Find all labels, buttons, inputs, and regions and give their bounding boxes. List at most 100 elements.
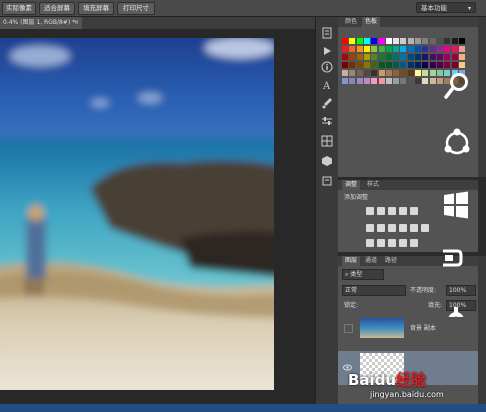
swatch[interactable] bbox=[458, 62, 465, 68]
threshold-icon[interactable] bbox=[388, 239, 396, 247]
levels-icon[interactable] bbox=[377, 207, 385, 215]
opacity-field[interactable]: 100% bbox=[446, 285, 476, 296]
swatch[interactable] bbox=[444, 62, 451, 68]
swatch[interactable] bbox=[342, 62, 348, 68]
3d-cube-icon[interactable] bbox=[321, 155, 333, 167]
swatch[interactable] bbox=[407, 78, 414, 84]
swatches-scrollbar[interactable] bbox=[478, 17, 486, 177]
document-tab[interactable]: 0.4% (图层 1, RGB/8#) * × bbox=[0, 17, 82, 29]
swatch[interactable] bbox=[378, 46, 385, 52]
swatch[interactable] bbox=[400, 70, 407, 76]
document-image[interactable] bbox=[0, 38, 274, 390]
layers-scrollbar[interactable] bbox=[478, 256, 486, 412]
swatch[interactable] bbox=[356, 78, 363, 84]
swatch[interactable] bbox=[415, 46, 421, 52]
swatch[interactable] bbox=[371, 38, 378, 44]
swatch[interactable] bbox=[429, 38, 436, 44]
swatch[interactable] bbox=[415, 62, 421, 68]
swatch[interactable] bbox=[407, 46, 414, 52]
swatch[interactable] bbox=[349, 62, 356, 68]
swatch[interactable] bbox=[371, 78, 378, 84]
actual-pixels-button[interactable]: 实际像素 bbox=[2, 2, 36, 15]
swatch[interactable] bbox=[444, 54, 451, 60]
tab-channels[interactable]: 通道 bbox=[362, 256, 380, 266]
swatch[interactable] bbox=[429, 70, 436, 76]
swatch[interactable] bbox=[378, 62, 385, 68]
paragraph-icon[interactable] bbox=[321, 175, 333, 187]
swatch[interactable] bbox=[385, 62, 392, 68]
swatch[interactable] bbox=[363, 70, 370, 76]
fill-screen-button[interactable]: 填充屏幕 bbox=[78, 2, 114, 15]
swatch[interactable] bbox=[363, 54, 370, 60]
visibility-toggle[interactable] bbox=[344, 324, 353, 333]
swatch[interactable] bbox=[458, 38, 465, 44]
tab-swatches[interactable]: 色板 bbox=[362, 17, 381, 27]
workspace-select[interactable]: 基本功能 ▾ bbox=[416, 2, 476, 13]
swatch[interactable] bbox=[342, 38, 348, 44]
swatch[interactable] bbox=[400, 62, 407, 68]
swatch[interactable] bbox=[393, 46, 400, 52]
swatch[interactable] bbox=[342, 46, 348, 52]
swatch[interactable] bbox=[400, 54, 407, 60]
swatch[interactable] bbox=[436, 70, 443, 76]
swatch[interactable] bbox=[415, 78, 421, 84]
swatch[interactable] bbox=[385, 38, 392, 44]
selective-color-icon[interactable] bbox=[399, 239, 407, 247]
layer-filter-select[interactable]: ⌕ 类型 bbox=[342, 269, 384, 280]
swatch[interactable] bbox=[393, 54, 400, 60]
text-icon[interactable]: A bbox=[321, 79, 333, 91]
swatch[interactable] bbox=[400, 46, 407, 52]
swatch[interactable] bbox=[444, 38, 451, 44]
layer-row[interactable]: 背景 副本 bbox=[338, 317, 478, 339]
swatch[interactable] bbox=[378, 54, 385, 60]
swatch[interactable] bbox=[436, 62, 443, 68]
channel-mixer-icon[interactable] bbox=[410, 224, 418, 232]
swatch[interactable] bbox=[349, 46, 356, 52]
swatch[interactable] bbox=[356, 46, 363, 52]
swatch[interactable] bbox=[451, 54, 458, 60]
swatch[interactable] bbox=[415, 38, 421, 44]
swatch[interactable] bbox=[436, 38, 443, 44]
brush-icon[interactable] bbox=[321, 97, 333, 109]
swatch[interactable] bbox=[371, 70, 378, 76]
tab-adjustments[interactable]: 调整 bbox=[342, 180, 361, 190]
swatch[interactable] bbox=[385, 78, 392, 84]
swatch[interactable] bbox=[356, 70, 363, 76]
swatch[interactable] bbox=[363, 38, 370, 44]
swatch[interactable] bbox=[349, 70, 356, 76]
swatch[interactable] bbox=[458, 54, 465, 60]
swatch[interactable] bbox=[356, 54, 363, 60]
actions-icon[interactable] bbox=[321, 45, 333, 57]
blend-mode-select[interactable]: 正常 bbox=[342, 285, 406, 296]
info-icon[interactable] bbox=[321, 61, 333, 73]
swatch[interactable] bbox=[458, 46, 465, 52]
photo-filter-icon[interactable] bbox=[399, 224, 407, 232]
swatch[interactable] bbox=[371, 54, 378, 60]
posterize-icon[interactable] bbox=[377, 239, 385, 247]
vibrance-icon[interactable] bbox=[410, 207, 418, 215]
color-balance-icon[interactable] bbox=[377, 224, 385, 232]
swatch[interactable] bbox=[407, 70, 414, 76]
color-lookup-icon[interactable] bbox=[421, 224, 429, 232]
swatch[interactable] bbox=[342, 78, 348, 84]
curves-icon[interactable] bbox=[388, 207, 396, 215]
brightness-icon[interactable] bbox=[366, 207, 374, 215]
sliders-icon[interactable] bbox=[321, 115, 333, 127]
tab-layers[interactable]: 图层 bbox=[342, 256, 361, 266]
swatch[interactable] bbox=[378, 38, 385, 44]
invert-icon[interactable] bbox=[366, 239, 374, 247]
grid-icon[interactable] bbox=[321, 135, 333, 147]
swatch[interactable] bbox=[371, 46, 378, 52]
swatch[interactable] bbox=[378, 70, 385, 76]
swatch[interactable] bbox=[393, 38, 400, 44]
swatch[interactable] bbox=[422, 46, 429, 52]
swatch[interactable] bbox=[407, 38, 414, 44]
swatch[interactable] bbox=[385, 54, 392, 60]
swatch[interactable] bbox=[400, 38, 407, 44]
black-white-icon[interactable] bbox=[388, 224, 396, 232]
swatch[interactable] bbox=[385, 70, 392, 76]
swatch[interactable] bbox=[393, 62, 400, 68]
swatch[interactable] bbox=[422, 70, 429, 76]
swatch[interactable] bbox=[429, 78, 436, 84]
swatch[interactable] bbox=[342, 54, 348, 60]
